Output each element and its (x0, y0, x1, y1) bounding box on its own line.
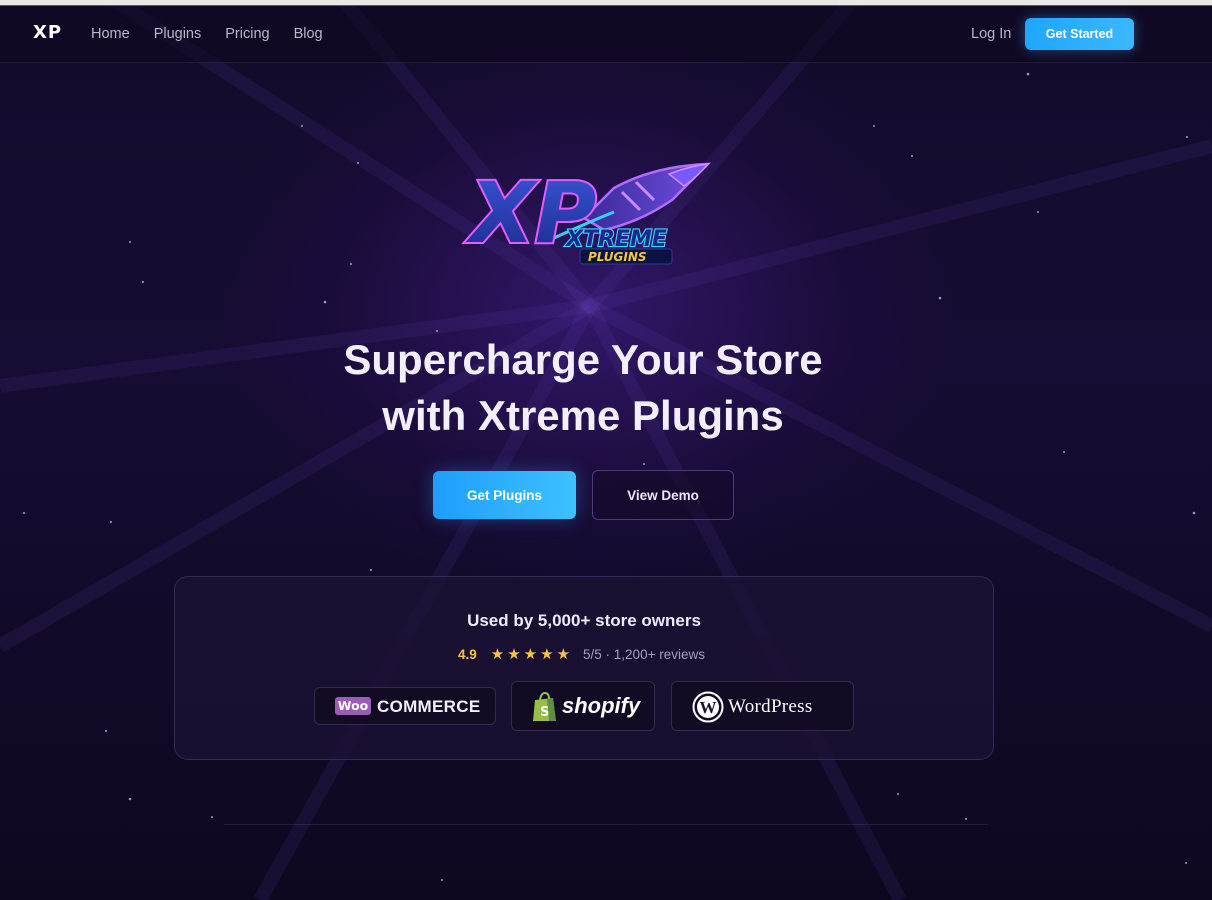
nav-link-pricing[interactable]: Pricing (225, 26, 269, 42)
light-rays-and-stars (0, 6, 1212, 900)
shopify-label: shopify (562, 693, 641, 718)
svg-text:S: S (540, 705, 549, 720)
hero-headline-line2: with Xtreme Plugins (382, 392, 784, 439)
logo-line2: PLUGINS (588, 250, 647, 264)
brand-logo[interactable]: XP (33, 22, 62, 43)
woocommerce-icon: Woo (335, 697, 371, 715)
hero-headline-line1: Supercharge Your Store (343, 336, 823, 383)
rating-score: 4.9 (458, 646, 477, 662)
rating-row: 4.9 ★★★★★ 5/5 · 1,200+ reviews (458, 645, 705, 663)
woocommerce-label: COMMERCE (377, 697, 481, 716)
star-rating-icons: ★★★★★ (490, 646, 574, 663)
woocommerce-logo[interactable]: Woo COMMERCE (314, 687, 496, 725)
rating-meta: 5/5 · 1,200+ reviews (583, 646, 705, 662)
shopify-bag-icon: S (533, 691, 556, 721)
login-link[interactable]: Log In (971, 26, 1011, 42)
shopify-logo[interactable]: S shopify (511, 681, 655, 731)
wordpress-logo[interactable]: W WordPress (671, 681, 854, 731)
wordpress-icon: W (692, 691, 724, 723)
nav-link-plugins[interactable]: Plugins (154, 26, 202, 42)
logo-line1: XTREME (564, 227, 667, 252)
nav-link-home[interactable]: Home (91, 26, 130, 42)
social-proof-title: Used by 5,000+ store owners (467, 611, 701, 630)
hero-background (0, 6, 1212, 900)
section-divider (224, 824, 988, 825)
hero-headline: Supercharge Your Store with Xtreme Plugi… (286, 332, 880, 444)
nav-link-blog[interactable]: Blog (294, 26, 323, 42)
wordpress-label: WordPress (728, 696, 813, 717)
view-demo-button[interactable]: View Demo (592, 470, 734, 520)
top-navbar: XP Home Plugins Pricing Blog Log In Get … (0, 6, 1212, 63)
xtreme-plugins-logo: XP XTREME PLUGINS (463, 152, 714, 268)
svg-text:W: W (700, 698, 717, 717)
social-proof-card: Used by 5,000+ store owners 4.9 ★★★★★ 5/… (174, 576, 994, 760)
get-plugins-button[interactable]: Get Plugins (433, 471, 576, 519)
nav-links: Home Plugins Pricing Blog (91, 26, 347, 42)
get-started-button[interactable]: Get Started (1025, 18, 1134, 50)
